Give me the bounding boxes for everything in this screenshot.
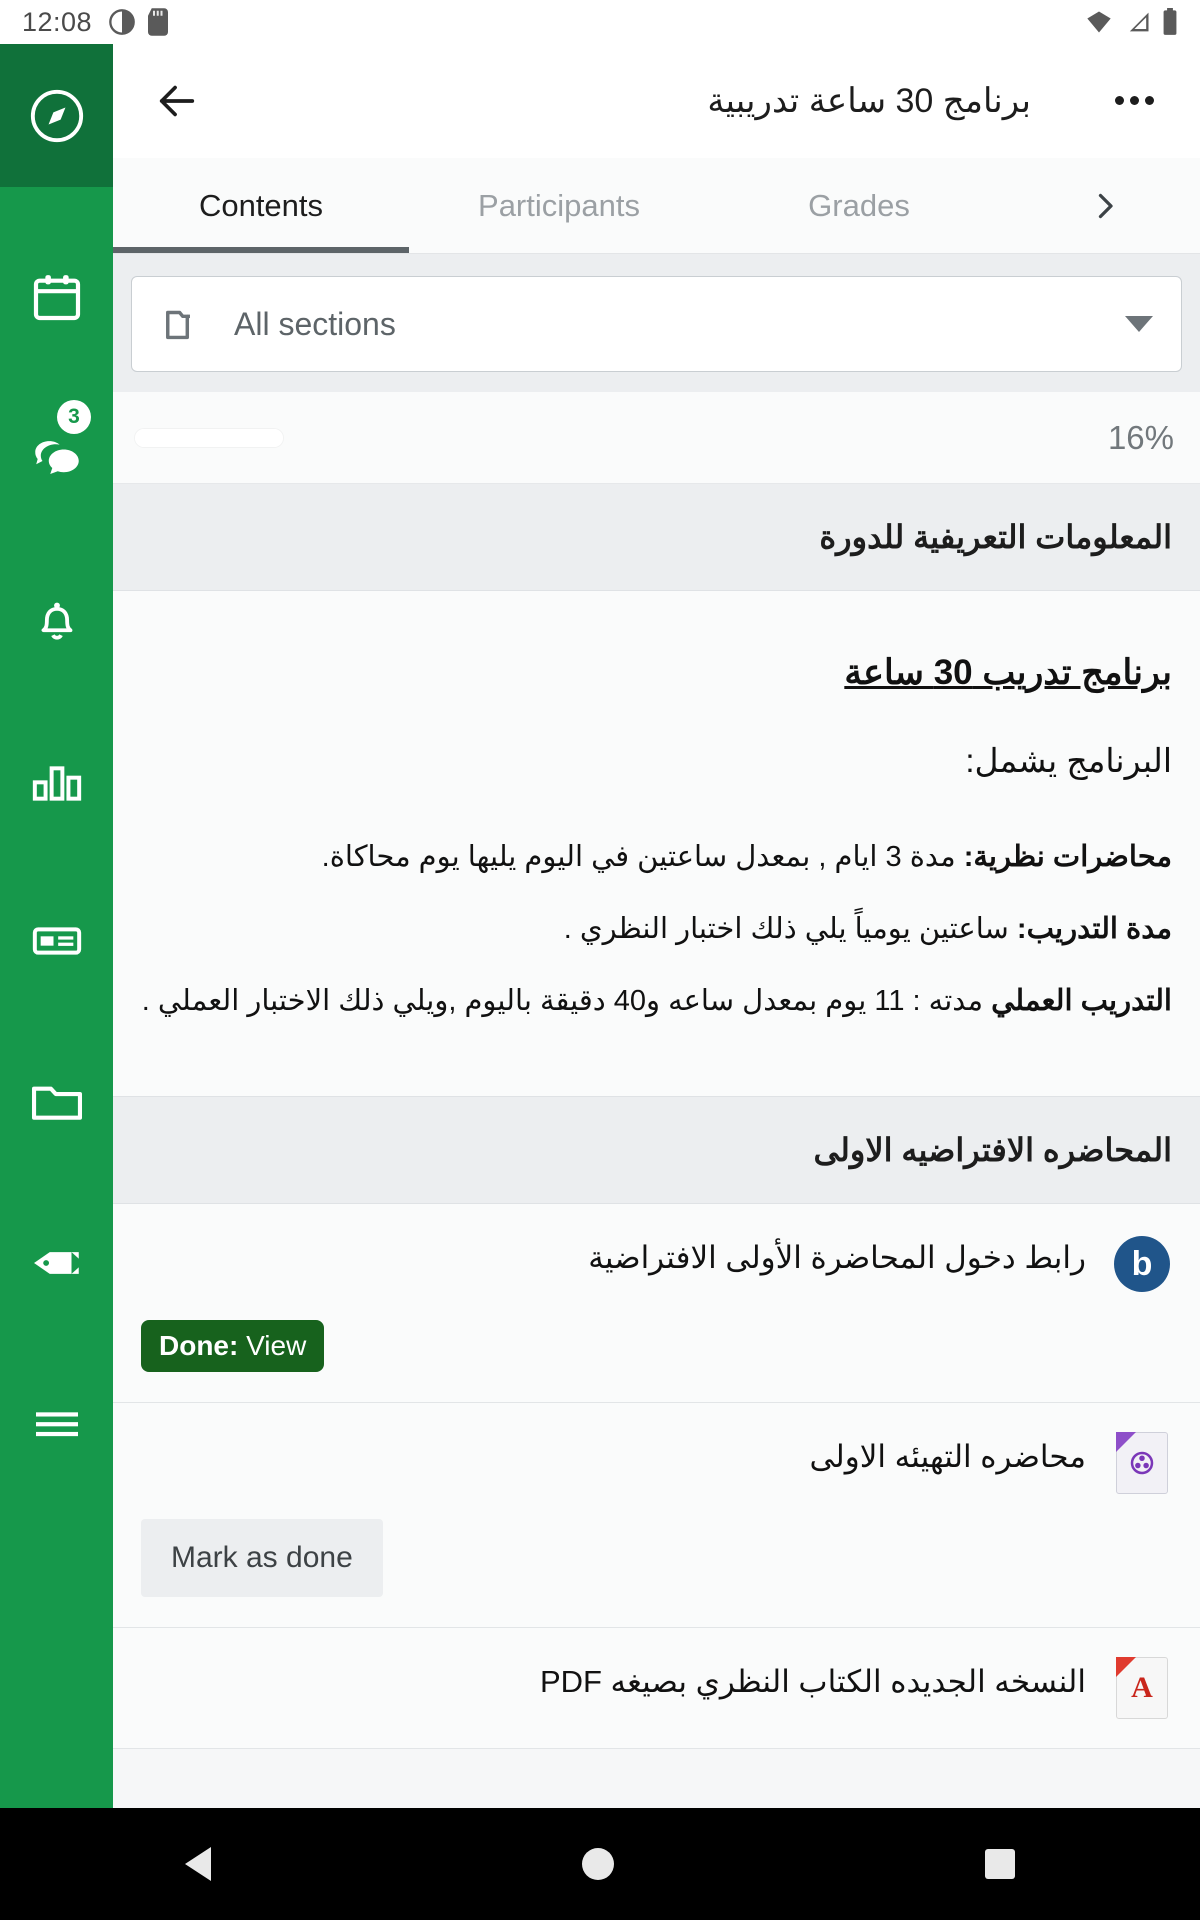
- document-line-3-text: مدته : 11 يوم بمعدل ساعه و40 دقيقة باليو…: [141, 985, 992, 1018]
- section-header-1[interactable]: المعلومات التعريفية للدورة: [113, 484, 1200, 591]
- tabs-overflow-button[interactable]: [1009, 158, 1200, 253]
- battery-icon: [1163, 8, 1177, 35]
- android-nav-bar: [0, 1808, 1200, 1920]
- section-filter-wrap: All sections: [113, 254, 1200, 392]
- android-status-bar: 12:08: [0, 0, 1200, 44]
- document-heading: برنامج تدريب 30 ساعة: [844, 653, 1172, 692]
- progress-percent-label: 16%: [1107, 418, 1174, 456]
- course-tabs: Contents Participants Grades: [113, 158, 1200, 254]
- bar-chart-icon: [32, 765, 81, 801]
- arrow-left-icon: [159, 85, 195, 117]
- main-content: برنامج 30 ساعة تدريبية Contents Particip…: [113, 44, 1200, 1808]
- sidebar-item-notifications[interactable]: [0, 567, 113, 670]
- activity-name: النسخه الجديده الكتاب النظري بصيغه PDF: [539, 1664, 1086, 1700]
- document-line-2: مدة التدريب: ساعتين يومياً يلي ذلك اختبا…: [141, 908, 1172, 950]
- document-line-1-text: مدة 3 ايام , بمعدل ساعتين في اليوم يليها…: [321, 841, 964, 873]
- section-filter-select[interactable]: All sections: [131, 276, 1182, 372]
- folder-icon: [166, 310, 190, 340]
- calendar-icon: [33, 274, 80, 320]
- document-line-1-label: محاضرات نظرية:: [963, 841, 1172, 873]
- activity-name: رابط دخول المحاضرة الأولى الافتراضية: [588, 1240, 1086, 1276]
- course-progress: 16%: [113, 392, 1200, 484]
- completion-label: View: [238, 1330, 307, 1362]
- activity-item[interactable]: b رابط دخول المحاضرة الأولى الافتراضية D…: [113, 1204, 1200, 1404]
- status-bar-left-icons: [108, 8, 169, 36]
- section-title: المحاضره الافتراضيه الاولى: [813, 1132, 1172, 1169]
- nav-home-icon[interactable]: [581, 1848, 614, 1880]
- sidebar-item-messages[interactable]: 3: [0, 400, 113, 509]
- chat-bubbles-icon: [34, 440, 79, 474]
- left-nav-rail: 3: [0, 44, 113, 1808]
- section-header-2[interactable]: المحاضره الافتراضيه الاولى: [113, 1097, 1200, 1205]
- bbb-letter: b: [1114, 1236, 1170, 1293]
- signal-icon: [1129, 12, 1149, 32]
- more-options-icon: [1112, 92, 1157, 110]
- section-filter-value: All sections: [234, 305, 396, 342]
- sidebar-item-grades[interactable]: [0, 728, 113, 831]
- tab-participants[interactable]: Participants: [409, 158, 709, 253]
- chevron-right-icon: [1098, 193, 1113, 218]
- film-reel-icon: [1130, 1451, 1154, 1475]
- document-line-3-label: التدريب العملي: [991, 985, 1172, 1018]
- messages-badge: 3: [57, 400, 91, 434]
- chevron-down-icon: [1125, 316, 1153, 332]
- video-file-icon: [1112, 1432, 1172, 1495]
- mark-as-done-button[interactable]: Mark as done: [141, 1519, 383, 1598]
- tab-grades[interactable]: Grades: [709, 158, 1009, 253]
- section-title: المعلومات التعريفية للدورة: [819, 519, 1172, 555]
- id-card-icon: [32, 926, 81, 955]
- app-screen: 12:08 3 برنامج 30 ساعة تدريبية Contents …: [0, 0, 1200, 1920]
- document-line-2-text: ساعتين يومياً يلي ذلك اختبار النظري .: [563, 913, 1017, 946]
- hamburger-icon: [35, 1411, 78, 1436]
- folder-icon: [31, 1086, 82, 1120]
- page-title: برنامج 30 ساعة تدريبية: [707, 82, 1031, 120]
- pdf-file-icon: A: [1112, 1657, 1172, 1720]
- sidebar-item-files[interactable]: [0, 1050, 113, 1153]
- completion-done-badge[interactable]: Done: View: [141, 1320, 325, 1373]
- screenshot-icon: [109, 9, 135, 35]
- sd-card-icon: [148, 8, 169, 36]
- tab-contents[interactable]: Contents: [113, 158, 409, 253]
- sidebar-item-site-home[interactable]: [0, 44, 113, 187]
- nav-back-icon[interactable]: [185, 1847, 212, 1881]
- sidebar-item-news[interactable]: [0, 889, 113, 992]
- compass-icon: [30, 89, 83, 142]
- document-line-1: محاضرات نظرية: مدة 3 ايام , بمعدل ساعتين…: [141, 836, 1172, 878]
- pdf-glyph: A: [1131, 1671, 1153, 1705]
- document-intro: البرنامج يشمل:: [965, 742, 1172, 779]
- tag-icon: [33, 1251, 84, 1274]
- section-body-1: برنامج تدريب 30 ساعة البرنامج يشمل: محاض…: [113, 591, 1200, 1098]
- bell-icon: [41, 602, 72, 640]
- bigbluebutton-icon: b: [1112, 1234, 1172, 1294]
- sidebar-item-more-menu[interactable]: [0, 1372, 113, 1475]
- activity-item[interactable]: A النسخه الجديده الكتاب النظري بصيغه PDF: [113, 1628, 1200, 1750]
- progress-bar-fill: [135, 428, 283, 447]
- wifi-icon: [1087, 11, 1111, 33]
- sidebar-item-calendar[interactable]: [0, 245, 113, 348]
- completion-prefix: Done:: [159, 1330, 239, 1362]
- sidebar-item-tags[interactable]: [0, 1211, 113, 1314]
- activity-name: محاضره التهيئه الاولى: [809, 1439, 1086, 1475]
- progress-bar-track: [135, 428, 283, 447]
- more-options-button[interactable]: [1106, 73, 1162, 129]
- back-button[interactable]: [149, 73, 205, 129]
- document-line-2-label: مدة التدريب:: [1016, 913, 1172, 946]
- app-bar: برنامج 30 ساعة تدريبية: [113, 44, 1200, 158]
- status-bar-right-icons: [1084, 8, 1178, 36]
- activity-item[interactable]: محاضره التهيئه الاولى Mark as done: [113, 1403, 1200, 1629]
- document-line-3: التدريب العملي مدته : 11 يوم بمعدل ساعه …: [141, 980, 1172, 1022]
- status-bar-clock: 12:08: [22, 6, 93, 37]
- nav-recents-icon[interactable]: [984, 1849, 1015, 1879]
